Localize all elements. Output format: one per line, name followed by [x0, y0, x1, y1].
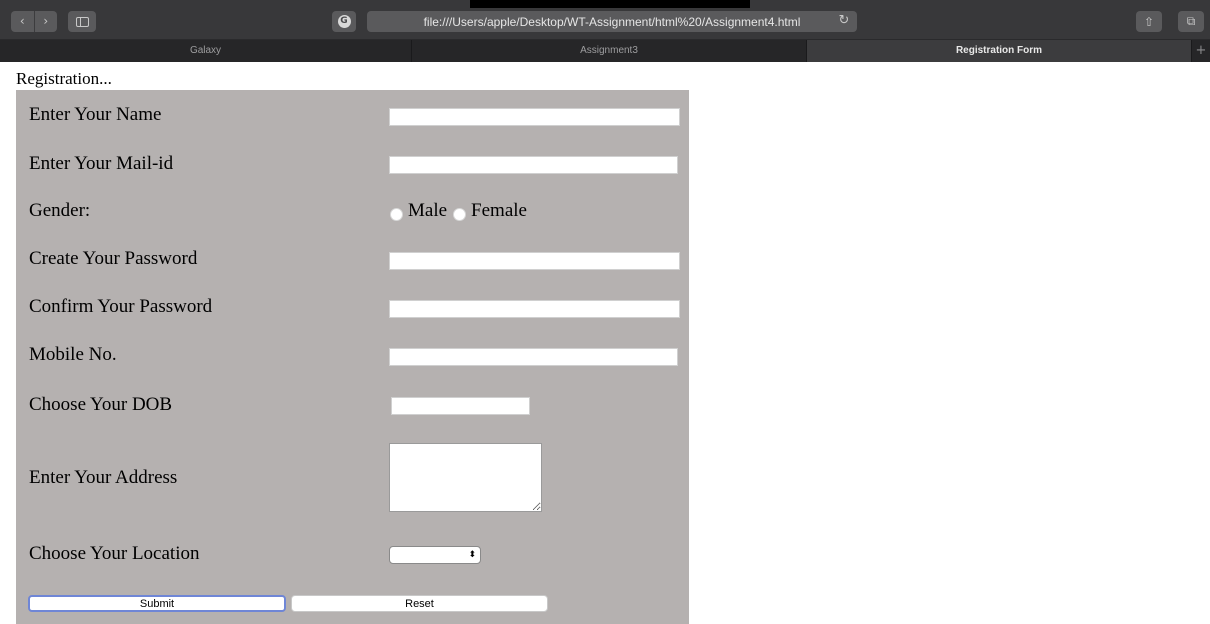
- mail-label: Enter Your Mail-id: [29, 153, 174, 174]
- gender-female-label: Female: [471, 200, 527, 221]
- show-tabs-button[interactable]: ⧉: [1178, 11, 1204, 32]
- address-textarea[interactable]: [389, 443, 542, 512]
- tab-bar: Galaxy Assignment3 Registration Form +: [0, 40, 1210, 62]
- url-text: file:///Users/apple/Desktop/WT-Assignmen…: [423, 14, 801, 29]
- name-label: Enter Your Name: [29, 104, 162, 125]
- password-input[interactable]: [389, 252, 680, 270]
- password-label: Create Your Password: [29, 248, 198, 269]
- sidebar-icon: [75, 16, 89, 27]
- tabs-icon: ⧉: [1186, 14, 1196, 28]
- dob-label: Choose Your DOB: [29, 394, 173, 415]
- title-strip: [470, 0, 750, 8]
- location-label: Choose Your Location: [29, 543, 200, 564]
- nav-buttons: ‹ ›: [11, 11, 57, 32]
- sidebar-toggle-button[interactable]: [68, 11, 96, 32]
- grammarly-icon: G: [337, 15, 351, 28]
- select-arrows-icon: ⬍: [468, 550, 476, 560]
- mail-input[interactable]: [389, 156, 678, 174]
- tab-registration-form[interactable]: Registration Form: [807, 40, 1192, 62]
- tab-assignment3[interactable]: Assignment3: [412, 40, 807, 62]
- submit-button[interactable]: Submit: [28, 595, 286, 612]
- share-button[interactable]: ⇧: [1136, 11, 1162, 32]
- dob-input[interactable]: [391, 397, 530, 415]
- extension-button[interactable]: G: [332, 11, 356, 32]
- address-bar[interactable]: file:///Users/apple/Desktop/WT-Assignmen…: [367, 11, 857, 32]
- forward-icon[interactable]: ›: [35, 11, 58, 32]
- address-label: Enter Your Address: [29, 467, 178, 488]
- mobile-input[interactable]: [389, 348, 678, 366]
- registration-form: Enter Your Name Enter Your Mail-id Gende…: [16, 90, 689, 624]
- confirm-password-label: Confirm Your Password: [29, 296, 213, 317]
- location-select[interactable]: ⬍: [389, 546, 481, 564]
- confirm-password-input[interactable]: [389, 300, 680, 318]
- back-icon[interactable]: ‹: [11, 11, 35, 32]
- page-heading: Registration...: [16, 69, 112, 88]
- new-tab-icon[interactable]: +: [1192, 40, 1210, 62]
- mobile-label: Mobile No.: [29, 344, 117, 365]
- browser-toolbar: ‹ › G file:///Users/apple/Desktop/WT-Ass…: [0, 0, 1210, 40]
- tab-galaxy[interactable]: Galaxy: [0, 40, 412, 62]
- reset-button[interactable]: Reset: [291, 595, 548, 612]
- gender-female-radio[interactable]: [453, 207, 467, 221]
- reload-icon[interactable]: ↻: [837, 14, 851, 28]
- share-icon: ⇧: [1143, 14, 1155, 29]
- gender-options: Male Female: [390, 200, 527, 222]
- gender-male-radio[interactable]: [390, 207, 403, 221]
- name-input[interactable]: [389, 108, 680, 126]
- gender-label: Gender:: [29, 200, 91, 221]
- gender-male-label: Male: [408, 200, 448, 221]
